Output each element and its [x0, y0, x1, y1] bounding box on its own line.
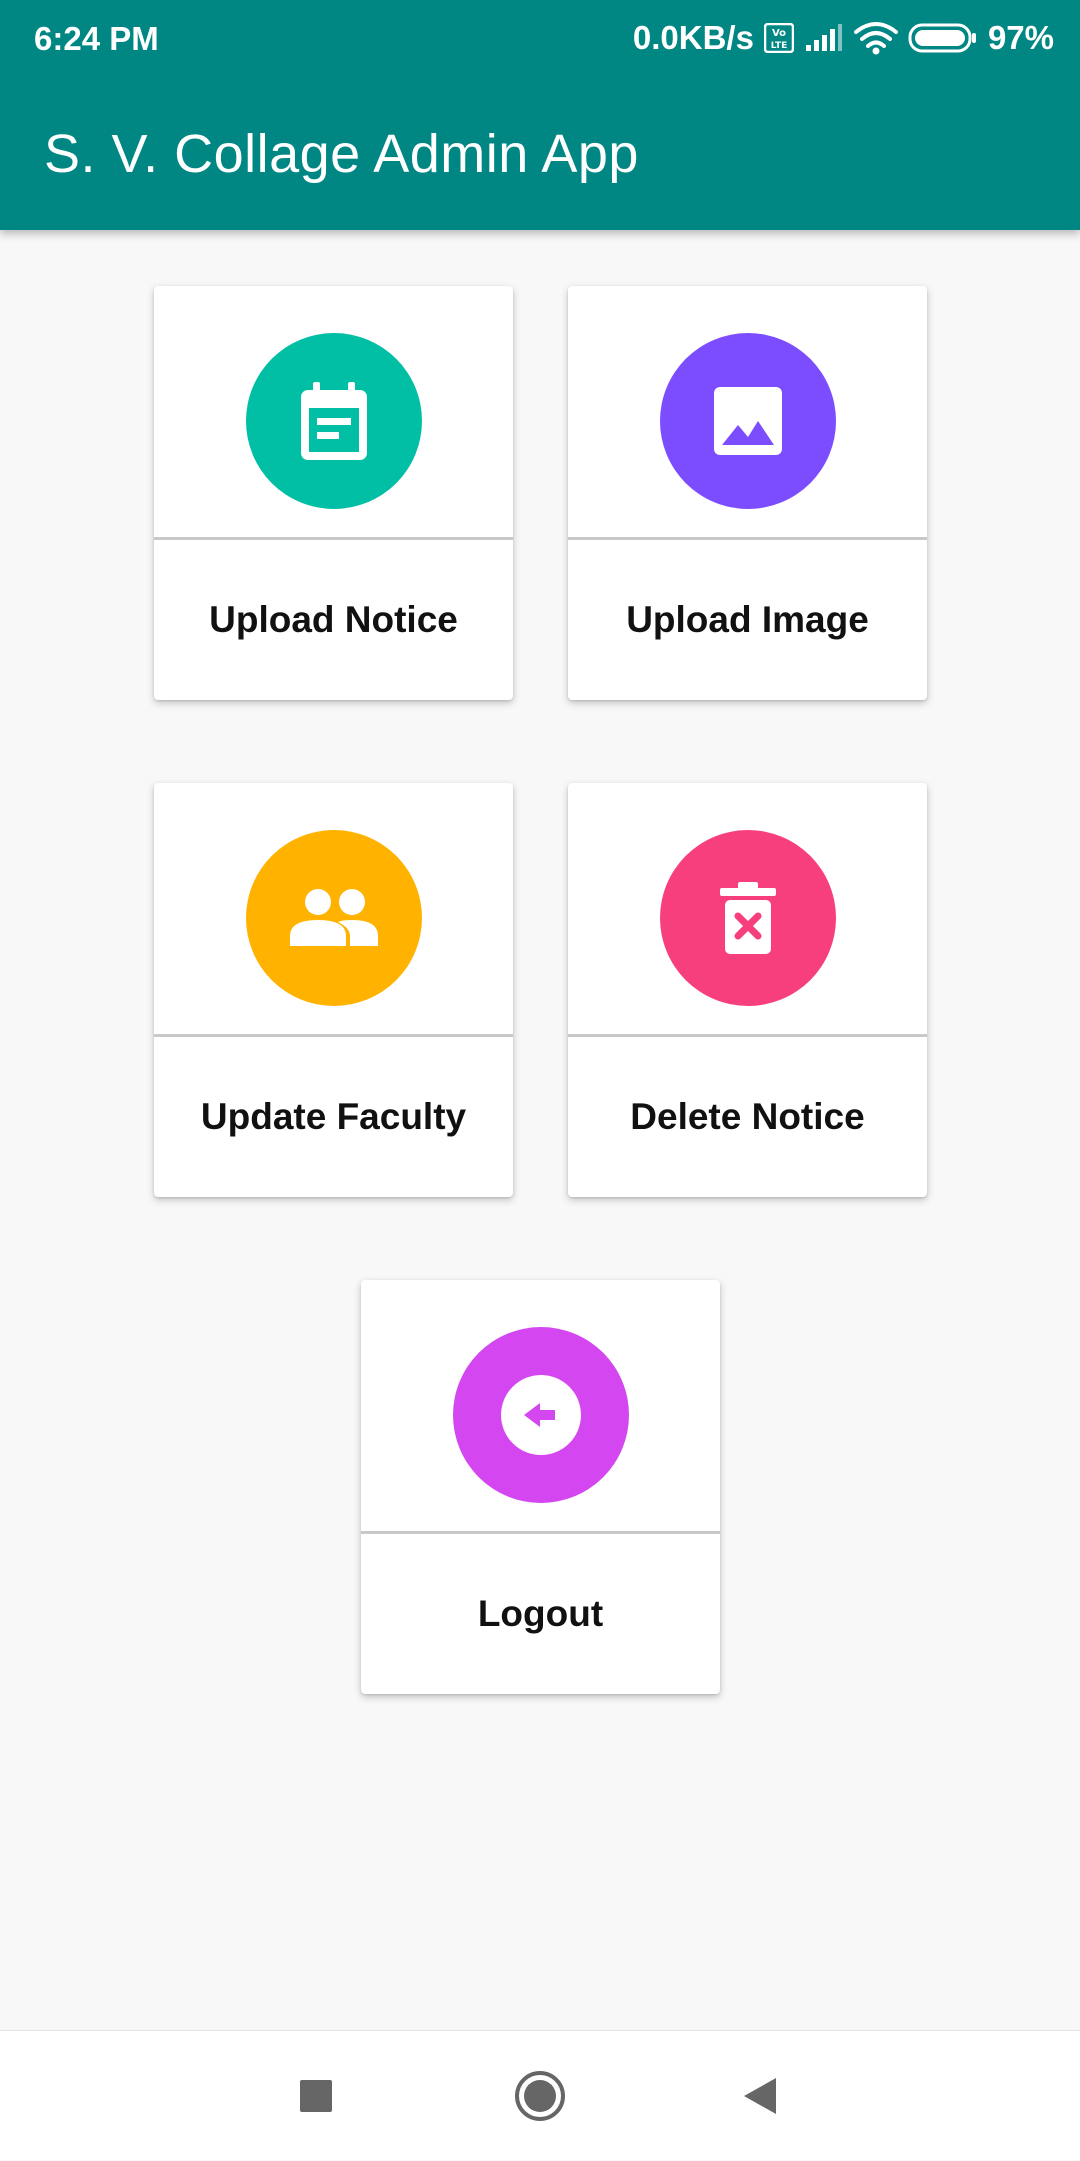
recents-square-icon[interactable] [251, 2031, 381, 2161]
card-icon-area [154, 286, 513, 538]
upload-image-label: Upload Image [626, 599, 869, 640]
signal-icon [804, 23, 844, 53]
navigation-bar [0, 2030, 1080, 2160]
upload-notice-card[interactable]: Upload Notice [154, 286, 513, 700]
delete-icon [659, 830, 836, 1006]
card-icon-area [568, 783, 927, 1035]
upload-notice-label: Upload Notice [209, 599, 458, 640]
notice-calendar-icon [245, 333, 422, 509]
app-title: S. V. Collage Admin App [44, 124, 639, 184]
card-icon-area [154, 783, 513, 1035]
battery-icon [908, 22, 978, 54]
card-icon-area [568, 286, 927, 538]
status-time: 6:24 PM [34, 20, 159, 57]
card-icon-area [361, 1280, 720, 1532]
delete-notice-card[interactable]: Delete Notice [568, 783, 927, 1197]
battery-percent: 97% [987, 19, 1054, 56]
update-faculty-card[interactable]: Update Faculty [154, 783, 513, 1197]
wifi-icon [853, 21, 898, 55]
status-icons: 0.0KB/s Vo LTE 97% [633, 14, 1054, 62]
upload-image-card[interactable]: Upload Image [568, 286, 927, 700]
svg-text:Vo: Vo [772, 28, 786, 39]
logout-icon [452, 1327, 629, 1503]
home-circle-icon[interactable] [475, 2031, 605, 2161]
app-bar: 6:24 PM 0.0KB/s Vo LTE 97% S. V. Collage… [0, 0, 1080, 230]
logout-card[interactable]: Logout [361, 1280, 720, 1694]
volte-icon: Vo LTE [763, 23, 794, 53]
back-triangle-icon[interactable] [695, 2031, 825, 2161]
network-speed: 0.0KB/s [632, 19, 754, 56]
svg-text:LTE: LTE [771, 41, 788, 51]
logout-label: Logout [477, 1593, 604, 1634]
status-bar: 6:24 PM 0.0KB/s Vo LTE 97% [0, 0, 1080, 76]
delete-notice-label: Delete Notice [630, 1096, 865, 1137]
people-icon [245, 830, 422, 1006]
image-icon [659, 333, 836, 509]
update-faculty-label: Update Faculty [200, 1096, 467, 1137]
